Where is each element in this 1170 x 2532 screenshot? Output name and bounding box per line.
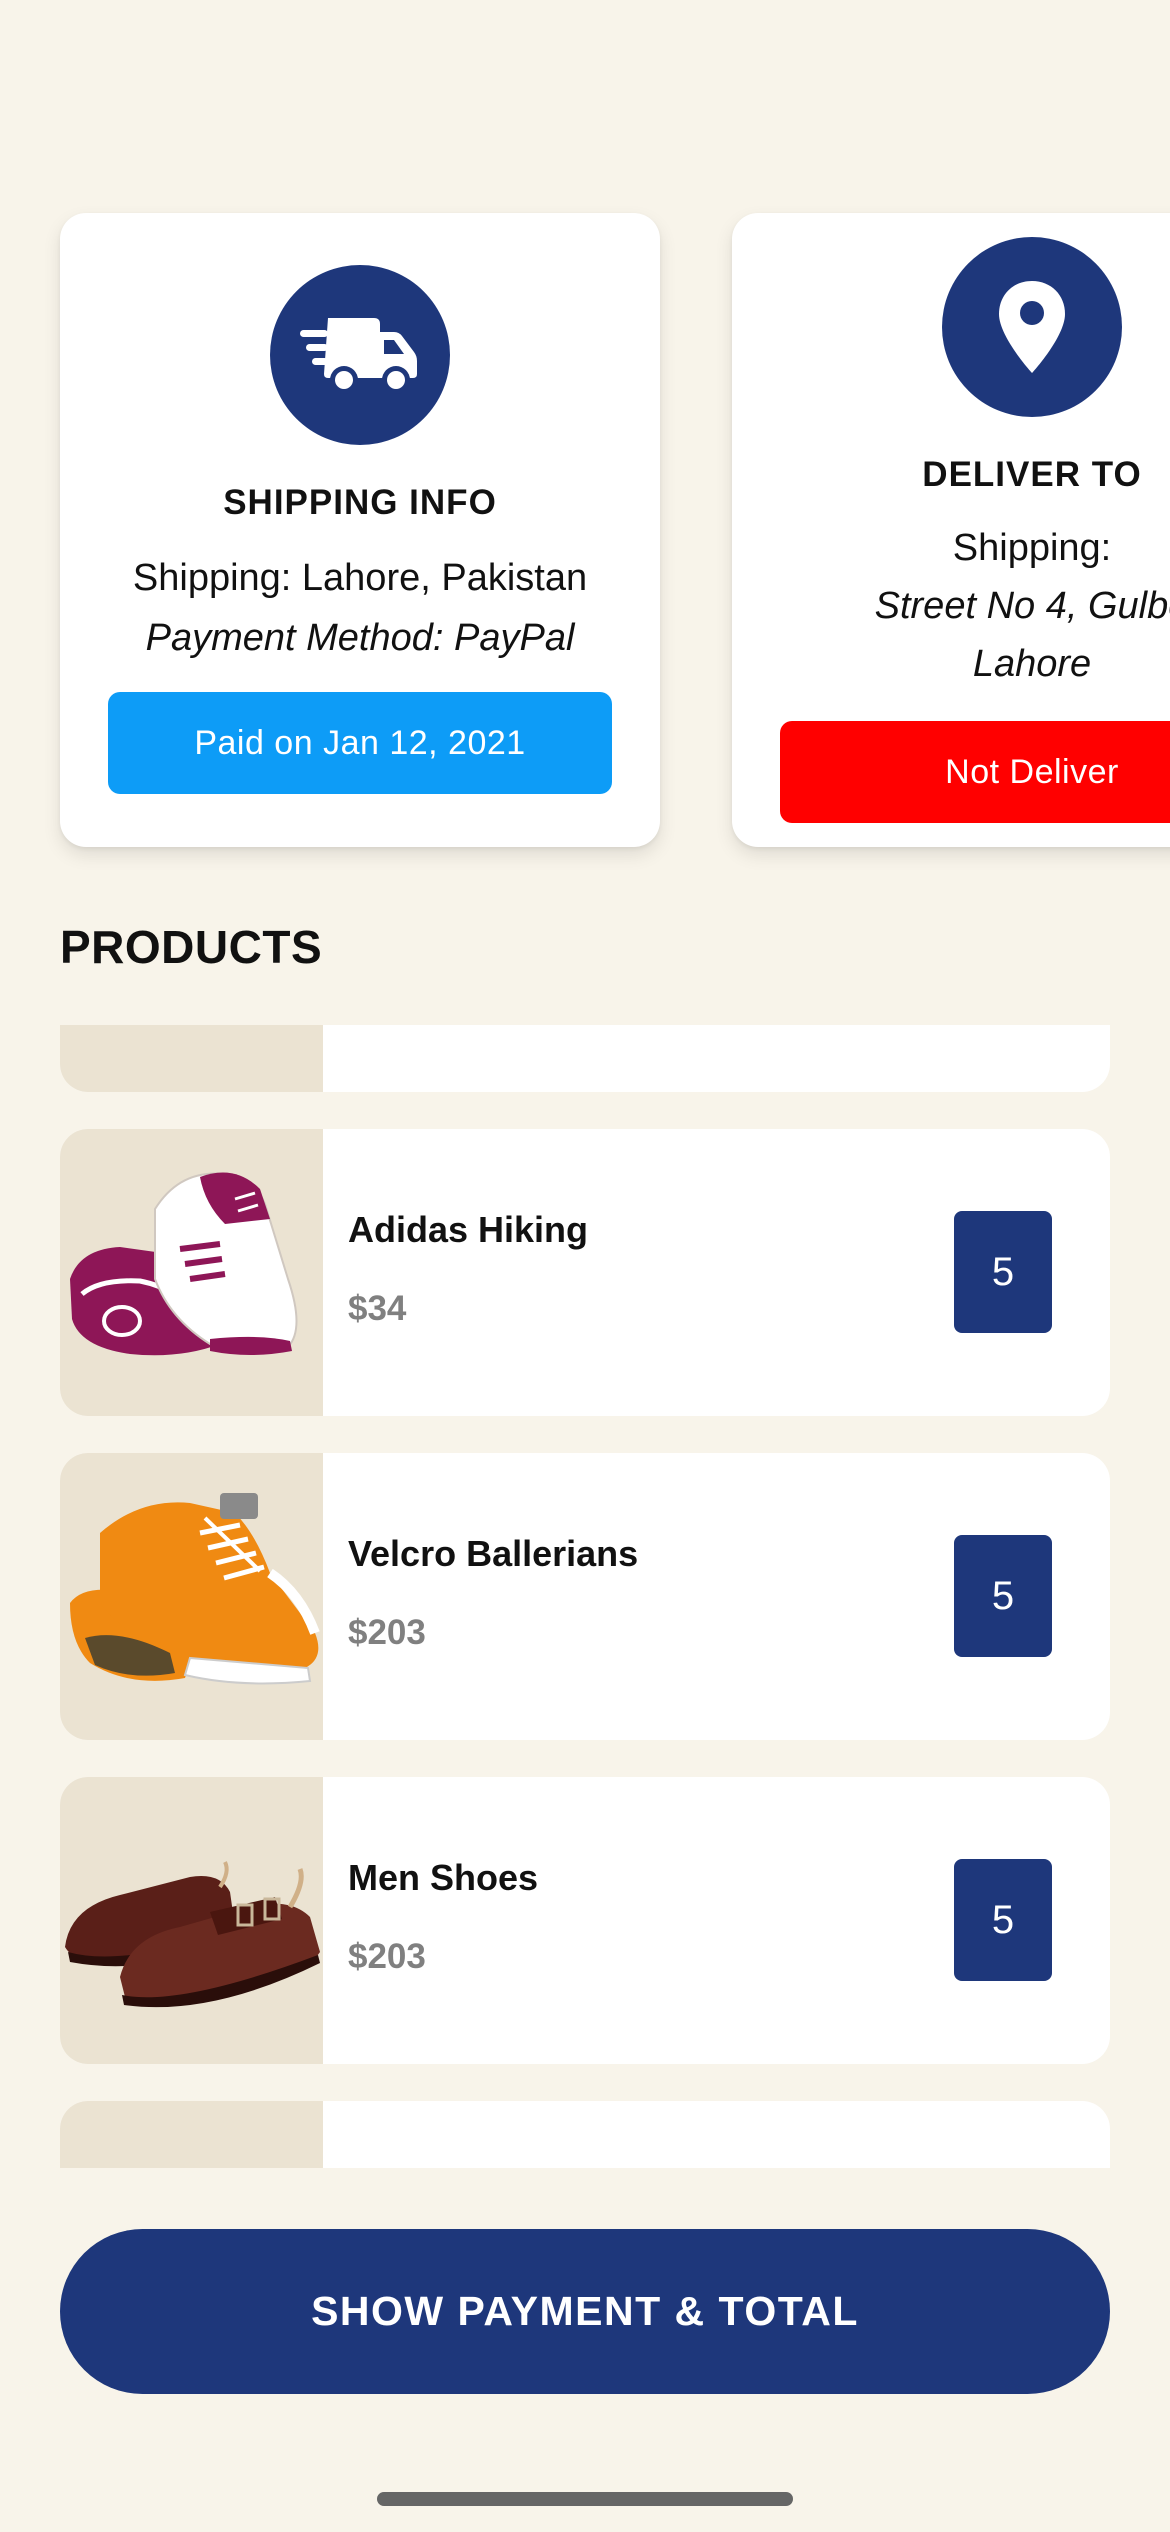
product-quantity: 5 bbox=[954, 1535, 1052, 1657]
product-name: Adidas Hiking bbox=[348, 1209, 589, 1250]
product-image-adidas-hiking bbox=[60, 1129, 323, 1416]
products-list[interactable]: Adidas Hiking $34 5 Velcro Ballerians $2… bbox=[60, 1025, 1110, 2168]
delivery-address: Street No 4, Gulbe bbox=[874, 585, 1170, 627]
home-indicator[interactable] bbox=[377, 2492, 793, 2506]
deliver-to-card: DELIVER TO Shipping: Street No 4, Gulbe … bbox=[732, 213, 1170, 847]
map-pin-icon bbox=[999, 281, 1065, 373]
product-price: $203 bbox=[348, 1937, 426, 1976]
product-card[interactable]: Men Shoes $203 5 bbox=[60, 1777, 1110, 2064]
product-card-partial-top[interactable] bbox=[60, 1025, 1110, 1092]
product-name: Velcro Ballerians bbox=[348, 1533, 639, 1574]
product-name: Men Shoes bbox=[348, 1857, 539, 1898]
payment-method: Payment Method: PayPal bbox=[145, 617, 575, 659]
show-payment-total-button[interactable]: SHOW PAYMENT & TOTAL bbox=[60, 2229, 1110, 2394]
product-card[interactable]: Adidas Hiking $34 5 bbox=[60, 1129, 1110, 1416]
product-price: $34 bbox=[348, 1289, 407, 1328]
product-card-partial-bottom[interactable] bbox=[60, 2101, 1110, 2168]
paid-status-button[interactable]: Paid on Jan 12, 2021 bbox=[108, 692, 612, 794]
shipping-info-title: SHIPPING INFO bbox=[223, 483, 497, 522]
shipping-info-card: SHIPPING INFO Shipping: Lahore, Pakistan… bbox=[60, 213, 660, 847]
delivery-truck-icon-circle bbox=[270, 265, 450, 445]
product-image-velcro-ballerians bbox=[60, 1453, 323, 1740]
deliver-to-title: DELIVER TO bbox=[922, 455, 1142, 494]
shipping-label: Shipping: bbox=[952, 527, 1112, 569]
product-card[interactable]: Velcro Ballerians $203 5 bbox=[60, 1453, 1110, 1740]
products-section-title: PRODUCTS bbox=[60, 921, 323, 973]
shipping-location: Shipping: Lahore, Pakistan bbox=[132, 557, 588, 599]
delivery-city: Lahore bbox=[972, 643, 1092, 685]
not-delivered-status-button[interactable]: Not Deliver bbox=[780, 721, 1170, 823]
product-image-men-shoes bbox=[60, 1777, 323, 2064]
product-image-partial bbox=[60, 2101, 323, 2168]
product-quantity: 5 bbox=[954, 1211, 1052, 1333]
order-info-carousel[interactable]: SHIPPING INFO Shipping: Lahore, Pakistan… bbox=[0, 0, 1170, 900]
map-pin-icon-circle bbox=[942, 237, 1122, 417]
product-image-partial bbox=[60, 1025, 323, 1092]
product-quantity: 5 bbox=[954, 1859, 1052, 1981]
delivery-truck-icon bbox=[300, 318, 417, 394]
product-price: $203 bbox=[348, 1613, 426, 1652]
